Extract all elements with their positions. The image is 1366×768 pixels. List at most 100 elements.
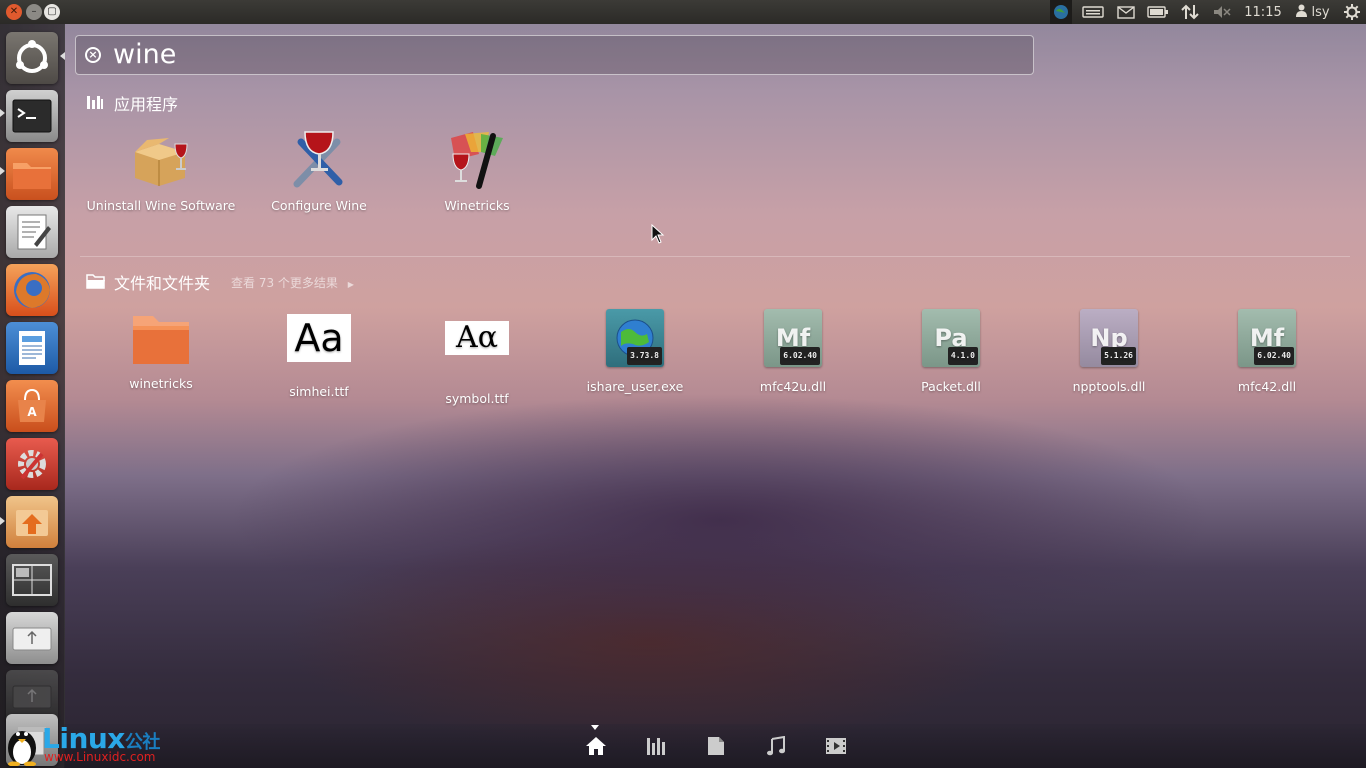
files-category-icon <box>86 273 106 293</box>
network-transfer-icon[interactable] <box>1178 0 1202 24</box>
network-globe-icon[interactable] <box>1050 0 1072 24</box>
usb-drive-icon <box>12 627 52 651</box>
mouse-cursor-icon <box>651 224 665 244</box>
file-result-label: mfc42u.dll <box>759 379 827 394</box>
keyboard-icon[interactable] <box>1080 0 1106 24</box>
file-lens-icon <box>708 737 724 755</box>
file-result-label: ishare_user.exe <box>586 379 684 394</box>
file-result-label: npptools.dll <box>1072 379 1146 394</box>
volume-muted-icon[interactable] <box>1210 0 1234 24</box>
applications-section-title[interactable]: 应用程序 <box>114 91 178 115</box>
dll-icon: Mf 6.02.40 <box>761 309 825 373</box>
running-indicator-icon <box>0 167 5 175</box>
text-editor-icon <box>17 214 51 250</box>
font-preview: Aα <box>445 321 509 355</box>
more-results-link[interactable]: 查看 73 个更多结果 ▶ <box>231 274 354 291</box>
penguin-logo-icon <box>8 731 36 766</box>
user-name: lsy <box>1311 4 1330 20</box>
dll-icon: Np 5.1.26 <box>1077 309 1141 373</box>
app-result-winetricks[interactable]: Winetricks <box>402 128 552 214</box>
firefox-icon <box>14 272 50 308</box>
wine-config-icon <box>287 128 351 192</box>
app-result-label: Winetricks <box>444 198 510 213</box>
settings-gear-icon <box>18 450 46 480</box>
active-lens-indicator-icon <box>591 725 599 730</box>
version-badge: 6.02.40 <box>780 347 820 365</box>
file-result-npptools[interactable]: Np 5.1.26 npptools.dll <box>1034 306 1184 395</box>
launcher-firefox[interactable] <box>6 264 58 316</box>
update-arrow-icon <box>16 510 48 536</box>
folder-icon <box>129 306 193 370</box>
file-result-label: Packet.dll <box>921 379 981 394</box>
search-query: wine <box>113 39 177 70</box>
launcher-text-editor[interactable] <box>6 206 58 258</box>
launcher-software-center[interactable]: A <box>6 380 58 432</box>
maximize-window-button[interactable]: ▢ <box>44 4 60 20</box>
search-input[interactable]: × wine <box>75 35 1034 75</box>
dll-abbr: Np <box>1090 324 1128 352</box>
section-divider <box>80 256 1350 257</box>
dll-abbr: Pa <box>934 324 968 352</box>
music-note-icon <box>767 736 785 756</box>
file-result-packet[interactable]: Pa 4.1.0 Packet.dll <box>876 306 1026 395</box>
session-gear-icon[interactable] <box>1340 0 1364 24</box>
files-section-title[interactable]: 文件和文件夹 <box>114 270 210 294</box>
watermark: Linux公社 www.Linuxidc.com <box>0 720 180 768</box>
font-icon: Aα <box>445 321 509 385</box>
version-badge: 5.1.26 <box>1101 347 1136 365</box>
file-result-ishare[interactable]: 3.73.8 ishare_user.exe <box>560 306 710 395</box>
version-badge: 4.1.0 <box>947 347 978 365</box>
lens-applications-button[interactable] <box>644 734 668 758</box>
shopping-bag-icon: A <box>18 388 46 422</box>
app-result-configure-wine[interactable]: Configure Wine <box>244 128 394 214</box>
chevron-right-icon: ▶ <box>347 280 354 289</box>
more-results-label: 查看 73 个更多结果 <box>231 276 338 290</box>
launcher-workspace-switcher[interactable] <box>6 554 58 606</box>
file-result-label: symbol.ttf <box>445 391 509 406</box>
lens-files-button[interactable] <box>704 734 728 758</box>
file-result-simhei[interactable]: Aa simhei.ttf <box>244 306 394 400</box>
user-icon <box>1296 4 1308 21</box>
launcher-writer[interactable] <box>6 322 58 374</box>
workspaces-icon <box>12 564 52 596</box>
file-result-label: winetricks <box>129 376 193 391</box>
app-result-label: Configure Wine <box>271 198 367 213</box>
file-result-mfc42[interactable]: Mf 6.02.40 mfc42.dll <box>1192 306 1342 395</box>
launcher-files[interactable] <box>6 148 58 200</box>
launcher-update-manager[interactable] <box>6 496 58 548</box>
app-result-uninstall-wine[interactable]: Uninstall Wine Software <box>86 128 236 214</box>
winetricks-icon <box>445 128 509 192</box>
document-writer-icon <box>19 331 45 365</box>
clear-search-icon[interactable]: × <box>85 47 101 63</box>
file-result-winetricks[interactable]: winetricks <box>86 306 236 392</box>
file-result-symbol[interactable]: Aα symbol.ttf <box>402 306 552 407</box>
lens-home-button[interactable] <box>584 734 608 758</box>
dll-abbr: Mf <box>775 324 811 352</box>
dash-home-button[interactable] <box>6 32 58 84</box>
launcher-usb-drive[interactable] <box>6 612 58 664</box>
wine-uninstall-icon <box>129 128 193 192</box>
lens-music-button[interactable] <box>764 734 788 758</box>
mail-icon[interactable] <box>1114 0 1138 24</box>
applications-lens-icon <box>647 738 665 755</box>
font-preview: Aa <box>287 314 351 362</box>
dll-icon: Mf 6.02.40 <box>1235 309 1299 373</box>
applications-category-icon <box>86 94 104 114</box>
battery-icon[interactable] <box>1146 0 1170 24</box>
launcher-terminal[interactable] <box>6 90 58 142</box>
font-icon: Aa <box>287 314 351 378</box>
drive-icon <box>12 685 52 709</box>
user-menu[interactable]: lsy <box>1290 0 1336 24</box>
clock[interactable]: 11:15 <box>1242 0 1284 24</box>
file-result-mfc42u[interactable]: Mf 6.02.40 mfc42u.dll <box>718 306 868 395</box>
folder-icon <box>13 163 51 189</box>
close-window-button[interactable]: ✕ <box>6 4 22 20</box>
lens-video-button[interactable] <box>824 734 848 758</box>
file-result-label: mfc42.dll <box>1237 379 1297 394</box>
running-indicator-icon <box>0 517 5 525</box>
launcher-system-settings[interactable] <box>6 438 58 490</box>
film-icon <box>826 738 846 754</box>
home-icon <box>586 737 606 755</box>
minimize-window-button[interactable]: – <box>26 4 42 20</box>
app-result-label: Uninstall Wine Software <box>86 198 236 213</box>
